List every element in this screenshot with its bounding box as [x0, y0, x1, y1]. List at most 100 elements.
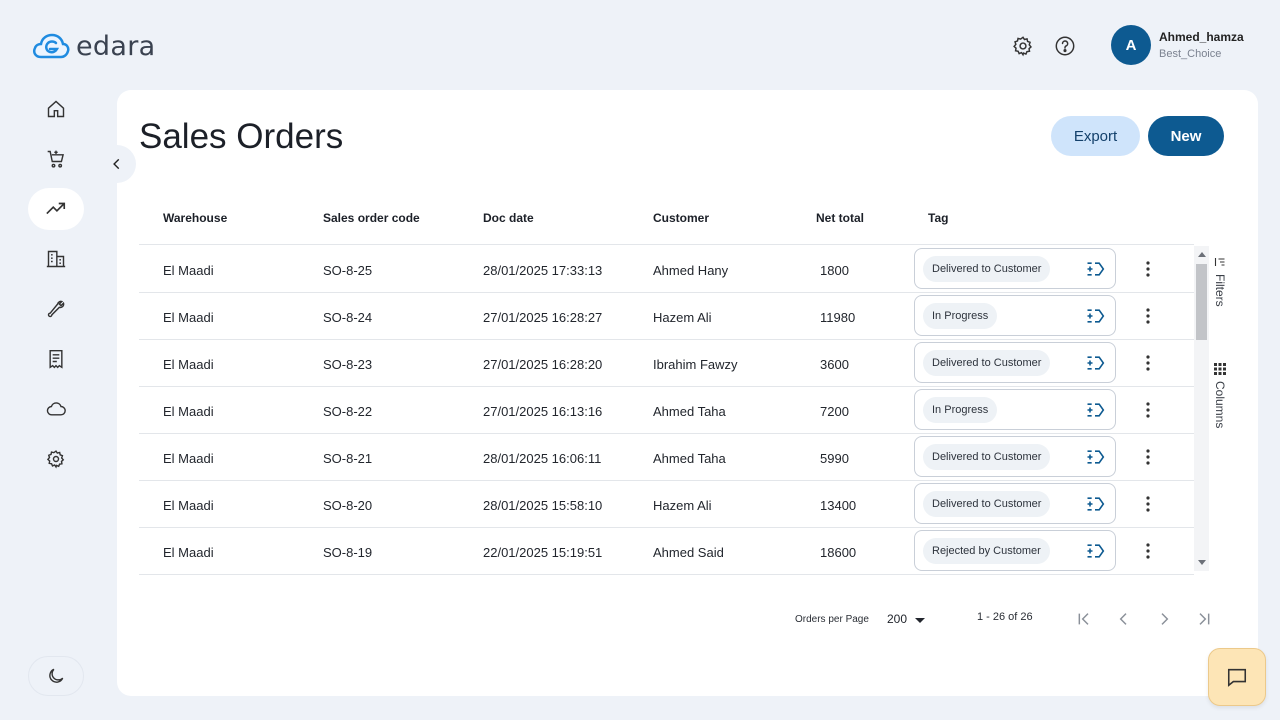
column-header-date[interactable]: Doc date — [483, 211, 534, 225]
tag-field[interactable]: Rejected by Customer — [914, 530, 1116, 571]
scroll-down-arrow[interactable] — [1198, 560, 1206, 565]
cell-code: SO-8-20 — [323, 498, 373, 513]
chat-button[interactable] — [1208, 648, 1266, 706]
cell-code: SO-8-25 — [323, 263, 373, 278]
cell-net-total: 11980 — [820, 310, 856, 325]
gear-icon[interactable] — [1011, 34, 1035, 58]
app-logo[interactable]: edara — [32, 31, 155, 62]
cell-net-total: 1800 — [820, 263, 849, 278]
cloud-logo-icon — [33, 33, 70, 58]
more-vertical-icon — [1146, 261, 1150, 277]
new-button[interactable]: New — [1148, 116, 1224, 156]
theme-toggle[interactable] — [28, 656, 84, 696]
table-row[interactable]: El Maadi SO-8-22 27/01/2025 16:13:16 Ahm… — [139, 387, 1194, 434]
column-header-code[interactable]: Sales order code — [323, 211, 420, 225]
sidebar-item-home[interactable] — [28, 88, 84, 130]
row-menu-button[interactable] — [1140, 541, 1156, 561]
row-menu-button[interactable] — [1140, 306, 1156, 326]
cell-warehouse: El Maadi — [163, 498, 214, 513]
cell-code: SO-8-19 — [323, 545, 373, 560]
page-range: 1 - 26 of 26 — [977, 611, 1033, 623]
table-row[interactable]: El Maadi SO-8-21 28/01/2025 16:06:11 Ahm… — [139, 434, 1194, 481]
add-tag-icon[interactable] — [1085, 541, 1105, 561]
columns-grid-icon — [1214, 363, 1226, 375]
collapse-sidebar-button[interactable] — [98, 145, 136, 183]
table-row[interactable]: El Maadi SO-8-24 27/01/2025 16:28:27 Haz… — [139, 293, 1194, 340]
cell-customer: Ahmed Hany — [653, 263, 729, 278]
building-icon — [46, 250, 66, 268]
last-page-button[interactable] — [1193, 608, 1215, 630]
row-menu-button[interactable] — [1140, 447, 1156, 467]
tag-chip[interactable]: Delivered to Customer — [923, 350, 1051, 376]
sidebar-item-settings[interactable] — [28, 438, 84, 480]
cell-net-total: 18600 — [820, 545, 857, 560]
help-icon[interactable] — [1053, 34, 1077, 58]
table-row[interactable]: El Maadi SO-8-19 22/01/2025 15:19:51 Ahm… — [139, 528, 1194, 575]
column-header-net-total[interactable]: Net total — [816, 211, 864, 225]
export-button[interactable]: Export — [1051, 116, 1140, 156]
filters-toggle[interactable]: Filters — [1213, 256, 1227, 307]
column-header-warehouse[interactable]: Warehouse — [163, 211, 227, 225]
moon-icon — [49, 668, 64, 683]
cell-date: 27/01/2025 16:13:16 — [483, 404, 603, 419]
per-page-select[interactable]: 200 — [887, 612, 926, 626]
sidebar-item-cloud[interactable] — [28, 388, 84, 430]
tag-field[interactable]: Delivered to Customer — [914, 483, 1116, 524]
columns-toggle[interactable]: Columns — [1213, 363, 1227, 428]
cell-customer: Ahmed Taha — [653, 451, 726, 466]
tag-chip[interactable]: Delivered to Customer — [923, 444, 1051, 470]
logo-text: edara — [76, 31, 156, 62]
tag-field[interactable]: In Progress — [914, 389, 1116, 430]
add-tag-icon[interactable] — [1085, 259, 1105, 279]
tag-field[interactable]: Delivered to Customer — [914, 248, 1116, 289]
tag-chip[interactable]: Delivered to Customer — [923, 491, 1051, 517]
cart-icon — [47, 150, 64, 168]
tag-chip[interactable]: Delivered to Customer — [923, 256, 1051, 282]
home-icon — [47, 100, 65, 118]
more-vertical-icon — [1146, 308, 1150, 324]
table-row[interactable]: El Maadi SO-8-25 28/01/2025 17:33:13 Ahm… — [139, 246, 1194, 293]
columns-label: Columns — [1213, 381, 1227, 429]
row-menu-button[interactable] — [1140, 353, 1156, 373]
scroll-thumb[interactable] — [1196, 264, 1207, 340]
table-row[interactable]: El Maadi SO-8-23 27/01/2025 16:28:20 Ibr… — [139, 340, 1194, 387]
per-page-value: 200 — [887, 612, 908, 626]
cell-customer: Hazem Ali — [653, 498, 712, 513]
cell-warehouse: El Maadi — [163, 404, 214, 419]
scroll-up-arrow[interactable] — [1198, 252, 1206, 257]
sidebar-item-sales[interactable] — [28, 138, 84, 180]
column-header-customer[interactable]: Customer — [653, 211, 709, 225]
row-menu-button[interactable] — [1140, 400, 1156, 420]
previous-page-button[interactable] — [1113, 608, 1135, 630]
chevron-right-icon — [1161, 613, 1169, 625]
user-menu[interactable]: A Ahmed_hamza Best_Choice — [1111, 25, 1244, 65]
first-page-button[interactable] — [1073, 608, 1095, 630]
add-tag-icon[interactable] — [1085, 400, 1105, 420]
cloud-icon — [46, 402, 66, 416]
cell-code: SO-8-23 — [323, 357, 373, 372]
next-page-button[interactable] — [1153, 608, 1175, 630]
tag-field[interactable]: Delivered to Customer — [914, 436, 1116, 477]
tag-chip[interactable]: In Progress — [923, 303, 998, 329]
add-tag-icon[interactable] — [1085, 306, 1105, 326]
row-menu-button[interactable] — [1140, 494, 1156, 514]
sidebar-item-analytics[interactable] — [28, 188, 84, 230]
sidebar-item-warehouse[interactable] — [28, 238, 84, 280]
tag-field[interactable]: In Progress — [914, 295, 1116, 336]
more-vertical-icon — [1146, 543, 1150, 559]
table-header: Warehouse Sales order code Doc date Cust… — [139, 198, 1194, 245]
add-tag-icon[interactable] — [1085, 353, 1105, 373]
tag-chip[interactable]: In Progress — [923, 397, 998, 423]
tag-field[interactable]: Delivered to Customer — [914, 342, 1116, 383]
gear-icon — [46, 450, 65, 469]
add-tag-icon[interactable] — [1085, 494, 1105, 514]
tag-chip[interactable]: Rejected by Customer — [923, 538, 1050, 564]
add-tag-icon[interactable] — [1085, 447, 1105, 467]
header-actions — [1011, 34, 1077, 58]
column-header-tag[interactable]: Tag — [928, 211, 948, 225]
row-menu-button[interactable] — [1140, 259, 1156, 279]
sidebar-item-documents[interactable] — [28, 338, 84, 380]
table-scrollbar[interactable] — [1194, 246, 1209, 571]
table-row[interactable]: El Maadi SO-8-20 28/01/2025 15:58:10 Haz… — [139, 481, 1194, 528]
sidebar-item-tools[interactable] — [28, 288, 84, 330]
